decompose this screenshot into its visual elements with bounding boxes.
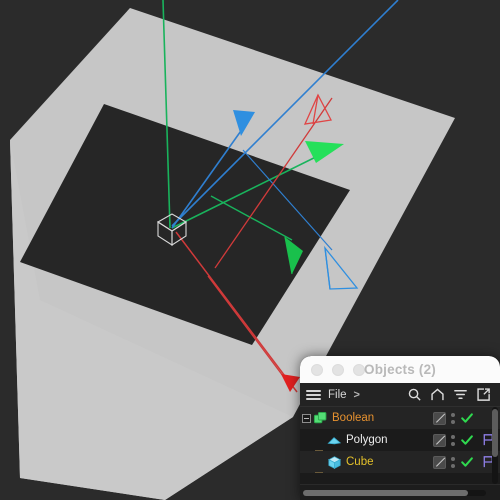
app-root: Objects (2) File > Boolean Polygon Cube [0, 0, 500, 500]
table-row[interactable]: Boolean [300, 407, 500, 429]
open-external-icon[interactable] [476, 387, 491, 402]
visibility-check-icon[interactable] [460, 455, 474, 469]
object-name[interactable]: Cube [346, 456, 374, 468]
panel-toolbar[interactable]: File > [300, 383, 500, 407]
search-icon[interactable] [407, 387, 422, 402]
zoom-button[interactable] [353, 363, 365, 376]
polygon-icon [326, 432, 342, 448]
tag-box[interactable] [433, 455, 446, 469]
object-name[interactable]: Polygon [346, 434, 388, 446]
boolean-icon [312, 410, 328, 426]
expander-cell[interactable] [300, 413, 312, 423]
options-dots-icon[interactable] [451, 434, 455, 446]
tag-box[interactable] [433, 411, 446, 425]
objects-panel[interactable]: Objects (2) File > Boolean Polygon Cube [300, 356, 500, 500]
window-controls[interactable] [300, 363, 365, 376]
filter-icon[interactable] [453, 387, 468, 402]
chevron-right-icon[interactable]: > [354, 389, 360, 401]
collapse-toggle-icon[interactable] [301, 413, 311, 423]
panel-footer [300, 484, 500, 500]
visibility-check-icon[interactable] [460, 433, 474, 447]
vertical-scrollbar-thumb[interactable] [492, 409, 498, 457]
file-menu-button[interactable]: File [328, 389, 347, 401]
options-dots-icon[interactable] [451, 456, 455, 468]
object-tree[interactable]: Boolean Polygon Cube [300, 407, 500, 484]
menu-icon[interactable] [306, 389, 321, 400]
table-row[interactable]: Polygon [300, 429, 500, 451]
home-icon[interactable] [430, 387, 445, 402]
visibility-check-icon[interactable] [460, 411, 474, 425]
horizontal-scrollbar-thumb[interactable] [303, 490, 468, 496]
close-button[interactable] [311, 363, 323, 376]
options-dots-icon[interactable] [451, 412, 455, 424]
table-row[interactable]: Cube [300, 451, 500, 473]
object-name[interactable]: Boolean [332, 412, 374, 424]
cube-icon [326, 454, 342, 470]
tag-box[interactable] [433, 433, 446, 447]
panel-titlebar[interactable]: Objects (2) [300, 356, 500, 383]
minimize-button[interactable] [332, 363, 344, 376]
